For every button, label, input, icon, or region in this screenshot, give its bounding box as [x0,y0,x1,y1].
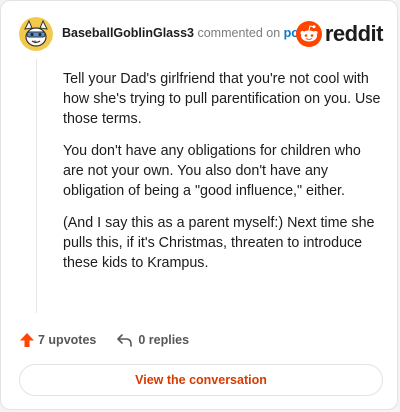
replies-count: 0 replies [138,333,190,347]
avatar[interactable] [19,17,53,51]
comment-paragraph: Tell your Dad's girlfriend that you're n… [63,71,381,127]
upvote-count: 7 upvotes [38,333,97,347]
reddit-wordmark: reddit [324,21,384,46]
action-text: commented on [197,26,281,40]
upvote-button[interactable]: 7 upvotes [19,332,96,348]
comment-body: Tell your Dad's girlfriend that you're n… [63,69,385,285]
reddit-logo[interactable]: reddit [295,20,384,48]
comment-embed-card: BaseballGoblinGlass3 commented on post r… [0,0,398,410]
comment-paragraph: (And I say this as a parent myself:) Nex… [63,215,375,271]
reply-arrow-icon [117,334,133,347]
comment-meta: BaseballGoblinGlass3 commented on post [62,26,310,40]
comment-paragraph: You don't have any obligations for child… [63,143,361,199]
upvote-arrow-icon [20,333,34,347]
replies-button[interactable]: 0 replies [116,332,189,348]
comment-header: BaseballGoblinGlass3 commented on post r… [19,17,384,51]
thread-line [36,59,37,313]
reddit-snoo-icon [295,21,322,47]
view-conversation-button[interactable]: View the conversation [19,364,383,396]
comment-actions: 7 upvotes 0 replies [19,330,189,350]
username[interactable]: BaseballGoblinGlass3 [62,26,194,40]
